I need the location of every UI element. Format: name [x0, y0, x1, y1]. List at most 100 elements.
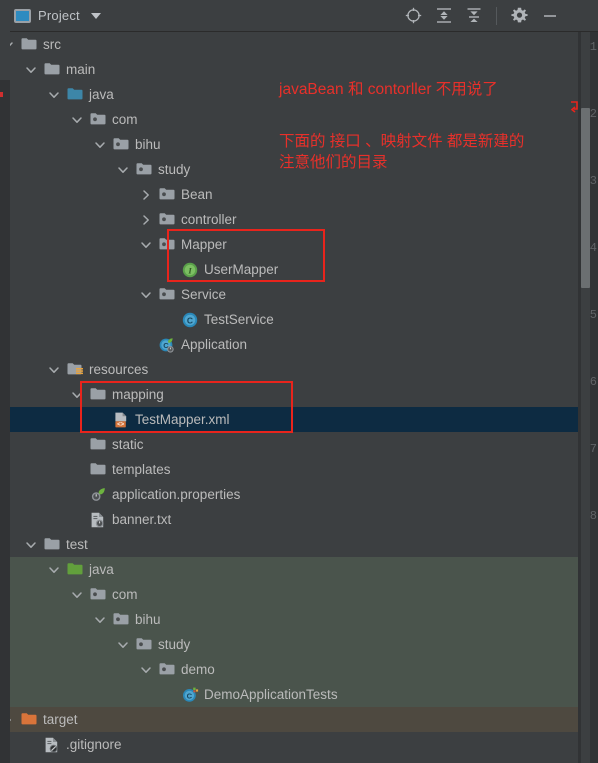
tree-row-label: banner.txt	[112, 512, 172, 527]
tree-row-label: study	[158, 637, 191, 652]
tree-row[interactable]: C TestService	[0, 307, 588, 332]
tree-row[interactable]: demo	[0, 657, 588, 682]
chevron-down-icon[interactable]	[48, 364, 60, 376]
chevron-down-icon[interactable]	[90, 12, 101, 19]
tree-row-label: study	[158, 162, 191, 177]
chevron-down-icon[interactable]	[117, 639, 129, 651]
tree-row[interactable]: bihu	[0, 607, 588, 632]
spring-class-icon: C	[159, 337, 175, 353]
folder-grey-icon	[90, 387, 106, 403]
chevron-down-icon[interactable]	[48, 564, 60, 576]
tree-row-label: controller	[181, 212, 237, 227]
gitignore-file-icon	[44, 737, 60, 753]
chevron-down-icon[interactable]	[140, 239, 152, 251]
chevron-down-icon[interactable]	[117, 164, 129, 176]
spring-test-class-icon: C	[182, 687, 199, 703]
chevron-down-icon[interactable]	[71, 114, 83, 126]
svg-text:C: C	[187, 691, 193, 700]
folder-grey-icon	[90, 462, 106, 478]
text-file-icon	[90, 512, 106, 528]
tree-row[interactable]: Mapper	[0, 232, 588, 257]
annotation-text: javaBean 和 contorller 不用说了	[279, 81, 498, 98]
folder-grey-icon	[44, 62, 60, 78]
tree-row[interactable]: resources	[0, 357, 588, 382]
tree-row[interactable]: controller	[0, 207, 588, 232]
project-panel-title-group[interactable]: Project	[0, 8, 101, 23]
package-icon	[136, 162, 152, 178]
tree-row-label: Service	[181, 287, 227, 302]
collapse-all-icon[interactable]	[466, 7, 482, 24]
folder-resources-icon	[67, 362, 83, 378]
tree-row[interactable]: I UserMapper	[0, 257, 588, 282]
spring-properties-icon	[90, 487, 106, 503]
chevron-down-icon[interactable]	[94, 614, 106, 626]
tree-row-label: application.properties	[112, 487, 241, 502]
svg-text:I: I	[187, 265, 192, 275]
page-title: Project	[38, 8, 80, 23]
tree-row-label: com	[112, 587, 138, 602]
tree-row-label: java	[89, 562, 114, 577]
chevron-down-icon[interactable]	[71, 389, 83, 401]
tree-row[interactable]: templates	[0, 457, 588, 482]
line-number: 6	[589, 375, 597, 389]
tree-row[interactable]: C DemoApplicationTests	[0, 682, 588, 707]
tree-row-label: UserMapper	[204, 262, 279, 277]
panel-left-strip	[0, 0, 10, 763]
folder-grey-icon	[44, 537, 60, 553]
tree-row-label: bihu	[135, 612, 161, 627]
panel-left-strip-upper	[0, 0, 10, 80]
tree-row[interactable]: com	[0, 582, 588, 607]
tree-row-label: .gitignore	[66, 737, 122, 752]
tree-row[interactable]: .gitignore	[0, 732, 588, 757]
locate-in-tree-icon[interactable]	[405, 7, 422, 24]
tree-row[interactable]: C Application	[0, 332, 588, 357]
minimize-icon[interactable]	[542, 8, 558, 24]
chevron-down-icon[interactable]	[48, 89, 60, 101]
project-panel-header: Project	[0, 0, 598, 32]
tree-row[interactable]: banner.txt	[0, 507, 588, 532]
tree-row[interactable]: target	[0, 707, 588, 732]
tree-row-label: TestService	[204, 312, 274, 327]
tree-row[interactable]: java	[0, 557, 588, 582]
chevron-right-icon[interactable]	[140, 189, 152, 201]
tree-row[interactable]: study	[0, 632, 588, 657]
package-icon	[159, 187, 175, 203]
tree-row[interactable]: Bean	[0, 182, 588, 207]
folder-orange-icon	[21, 712, 37, 728]
toolbar-divider	[496, 6, 497, 25]
chevron-down-icon[interactable]	[140, 664, 152, 676]
tree-row-label: test	[66, 537, 88, 552]
tree-row[interactable]: <> TestMapper.xml	[0, 407, 588, 432]
editor-fold-marker-icon	[570, 100, 580, 113]
chevron-right-icon[interactable]	[140, 214, 152, 226]
package-icon	[159, 237, 175, 253]
tree-row[interactable]: static	[0, 432, 588, 457]
tree-row[interactable]: com	[0, 107, 588, 132]
tree-row-label: demo	[181, 662, 215, 677]
expand-all-icon[interactable]	[436, 7, 452, 24]
interface-icon: I	[182, 262, 198, 278]
chevron-down-icon[interactable]	[25, 64, 37, 76]
gear-icon[interactable]	[511, 7, 528, 24]
tree-row-label: main	[66, 62, 96, 77]
package-icon	[113, 137, 129, 153]
tree-row-label: mapping	[112, 387, 164, 402]
package-icon	[113, 612, 129, 628]
tree-row[interactable]: src	[0, 32, 588, 57]
chevron-down-icon[interactable]	[94, 139, 106, 151]
tree-row-label: bihu	[135, 137, 161, 152]
package-icon	[159, 212, 175, 228]
annotation-text: 下面的 接口 、映射文件 都是新建的	[279, 133, 525, 150]
chevron-down-icon[interactable]	[25, 539, 37, 551]
tree-row[interactable]: Service	[0, 282, 588, 307]
tree-row[interactable]: mapping	[0, 382, 588, 407]
scrollbar-thumb[interactable]	[581, 108, 590, 288]
tree-row[interactable]: application.properties	[0, 482, 588, 507]
folder-green-icon	[67, 562, 83, 578]
tree-row[interactable]: test	[0, 532, 588, 557]
line-number: 3	[589, 174, 597, 188]
line-number: 5	[589, 308, 597, 322]
chevron-down-icon[interactable]	[140, 289, 152, 301]
chevron-down-icon[interactable]	[71, 589, 83, 601]
tree-row-label: src	[43, 37, 61, 52]
